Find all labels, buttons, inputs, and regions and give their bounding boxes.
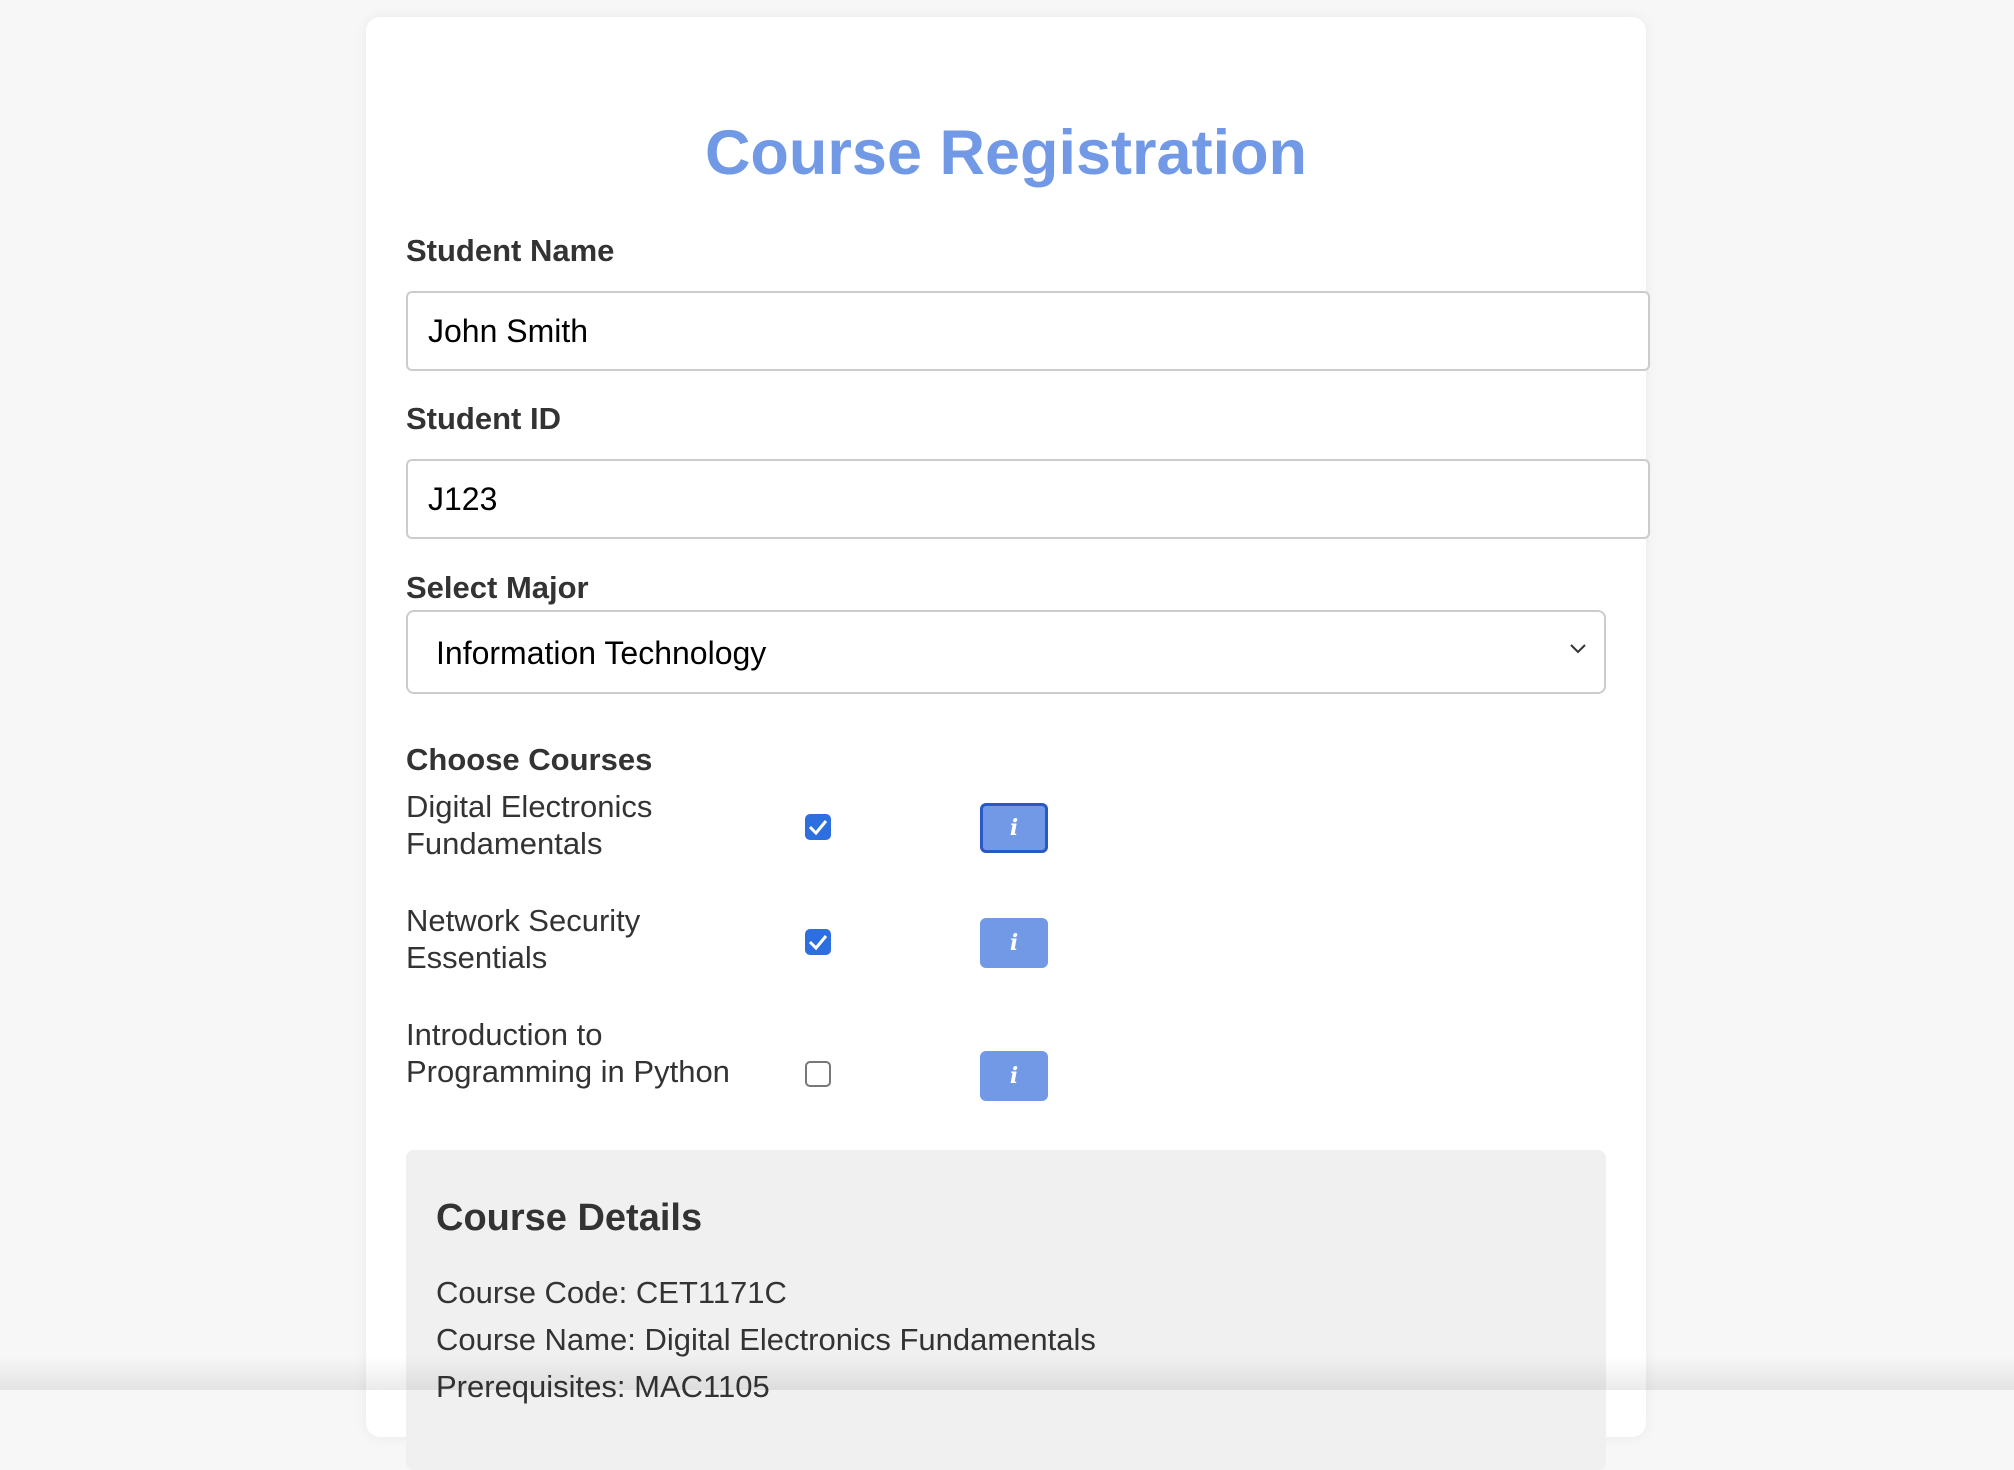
student-name-label: Student Name [406, 233, 615, 268]
course-info-button[interactable]: i [980, 918, 1048, 968]
info-icon: i [1009, 930, 1019, 956]
major-label: Select Major [406, 570, 589, 605]
course-name: Network Security Essentials [406, 903, 641, 975]
student-id-input[interactable] [406, 459, 1650, 539]
checkmark-icon [808, 820, 828, 836]
course-name: Introduction to Programming in Python [406, 1017, 730, 1089]
registration-card: Course Registration Student Name Student… [366, 17, 1650, 1470]
page-title: Course Registration [704, 118, 1308, 188]
course-prerequisites: Prerequisites: MAC1105 [436, 1369, 770, 1404]
course-checkbox[interactable] [805, 814, 831, 840]
course-checkbox[interactable] [805, 929, 831, 955]
course-checkbox[interactable] [805, 1061, 831, 1087]
info-icon: i [1009, 815, 1019, 841]
course-info-button[interactable]: i [980, 1051, 1048, 1101]
course-details-panel: Course Details Course Code: CET1171C Cou… [406, 1150, 1606, 1470]
course-name-detail: Course Name: Digital Electronics Fundame… [436, 1322, 1096, 1357]
major-select[interactable]: Information Technology [406, 610, 1606, 694]
chevron-down-icon [1570, 644, 1586, 654]
course-info-button[interactable]: i [980, 803, 1048, 853]
course-code: Course Code: CET1171C [436, 1275, 787, 1310]
student-name-input[interactable] [406, 291, 1650, 371]
checkmark-icon [808, 935, 828, 951]
courses-label: Choose Courses [406, 742, 653, 777]
student-id-label: Student ID [406, 401, 561, 436]
course-name: Digital Electronics Fundamentals [406, 789, 653, 861]
info-icon: i [1009, 1063, 1019, 1089]
course-details-heading: Course Details [436, 1197, 703, 1239]
major-select-value: Information Technology [436, 635, 767, 671]
